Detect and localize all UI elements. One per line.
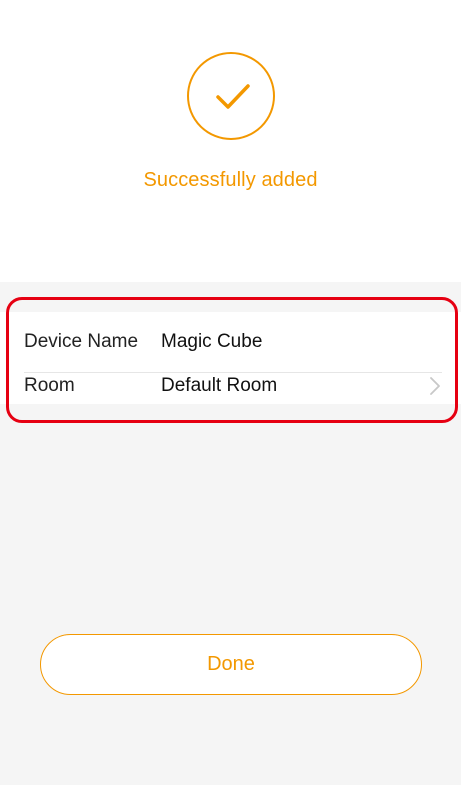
- room-label: Room: [24, 375, 75, 396]
- done-button[interactable]: Done: [40, 634, 422, 695]
- success-section: Successfully added: [0, 0, 461, 282]
- success-message: Successfully added: [143, 169, 318, 191]
- checkmark-circle-icon: [187, 52, 275, 140]
- chevron-right-icon: [430, 377, 440, 395]
- device-name-value: Magic Cube: [161, 331, 263, 352]
- device-name-row[interactable]: Device Name Magic Cube: [0, 312, 461, 372]
- device-info-card: Device Name Magic Cube Room Default Room: [0, 312, 461, 404]
- room-value: Default Room: [161, 375, 278, 396]
- room-row[interactable]: Room Default Room: [0, 372, 461, 404]
- device-name-label: Device Name: [24, 331, 139, 352]
- device-added-screen: Successfully added Device Name Magic Cub…: [0, 0, 461, 785]
- checkmark-icon: [216, 84, 250, 109]
